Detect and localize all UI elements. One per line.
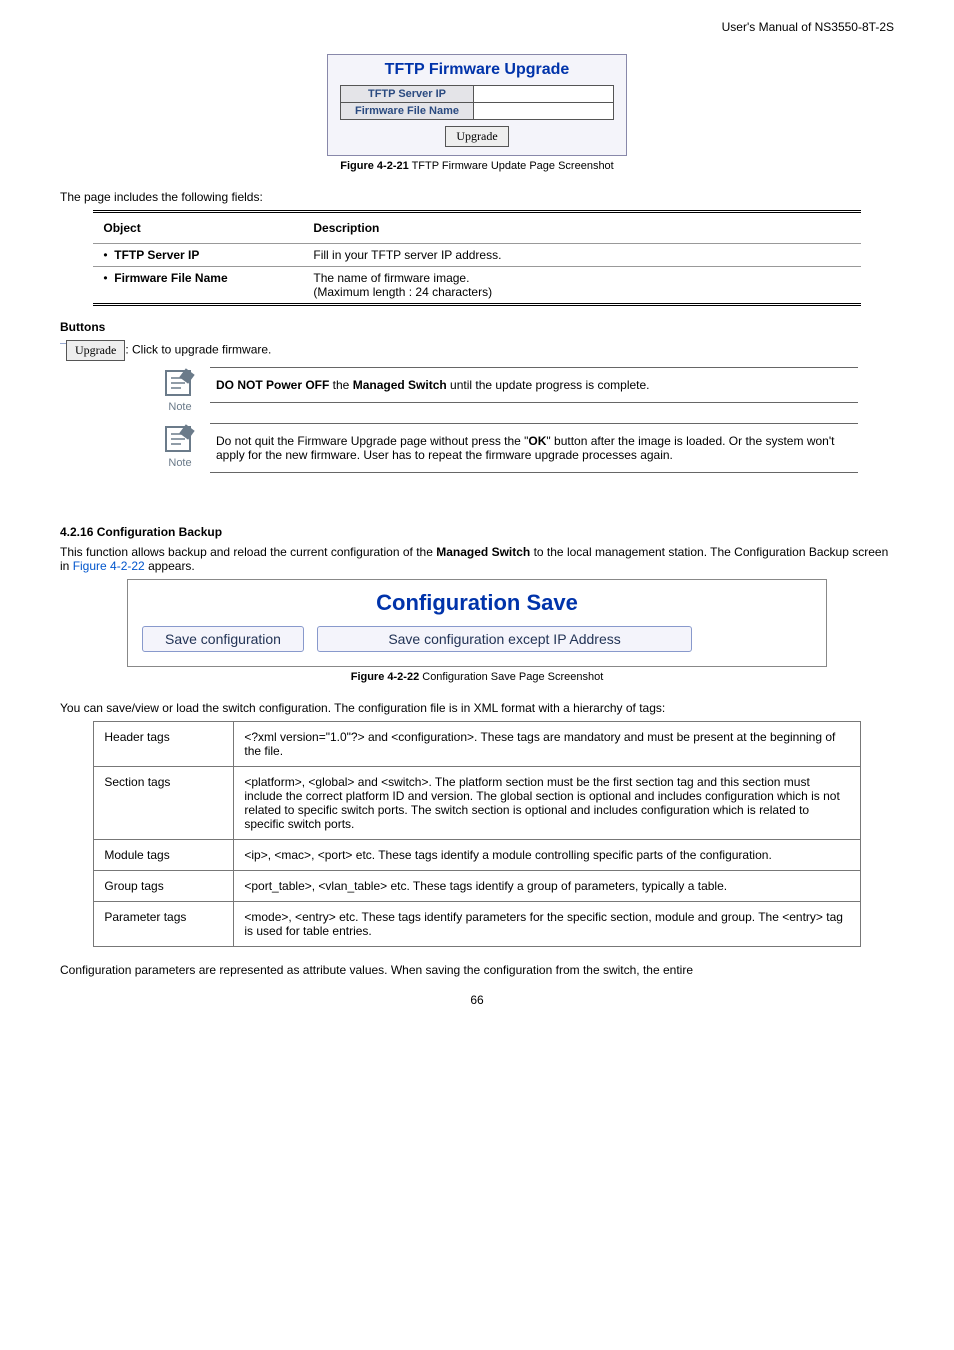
- note-1-label: Note: [168, 401, 191, 413]
- row2-object-label: Firmware File Name: [114, 271, 227, 285]
- xml-row-4-name: Parameter tags: [94, 902, 234, 947]
- intro-figure-link[interactable]: Figure 4-2-22: [73, 559, 145, 573]
- config-save-figure-label: Figure 4-2-22: [351, 671, 419, 683]
- note-2-row: Note Do not quit the Firmware Upgrade pa…: [150, 423, 858, 473]
- fields-intro-text: The page includes the following fields:: [60, 190, 894, 204]
- tftp-widget-title: TFTP Firmware Upgrade: [328, 55, 626, 85]
- table-row: Section tags <platform>, <global> and <s…: [94, 767, 860, 840]
- description-header: Description: [303, 212, 860, 244]
- config-backup-title-text: 4.2.16 Configuration Backup: [60, 525, 222, 539]
- buttons-label-text: Buttons: [60, 320, 105, 334]
- xml-row-0-desc: <?xml version="1.0"?> and <configuration…: [234, 722, 860, 767]
- tftp-server-ip-label: TFTP Server IP: [340, 86, 473, 103]
- row1-object: • TFTP Server IP: [93, 244, 303, 267]
- note-1-body: DO NOT Power OFF the Managed Switch unti…: [210, 367, 858, 403]
- xml-row-1-desc: <platform>, <global> and <switch>. The p…: [234, 767, 860, 840]
- tftp-caption-suffix: TFTP Firmware Update Page Screenshot: [412, 160, 614, 172]
- object-header: Object: [93, 212, 303, 244]
- note-1-icon-cell: Note: [150, 367, 210, 413]
- tftp-server-ip-input[interactable]: [474, 86, 614, 103]
- tftp-widget-table: TFTP Server IP Firmware File Name: [340, 85, 614, 120]
- note1-text2: until the update progress is complete.: [447, 378, 650, 392]
- upgrade-button-desc-row: Upgrade: Click to upgrade firmware.: [60, 340, 894, 361]
- xml-row-3-name: Group tags: [94, 871, 234, 902]
- config-save-caption: Figure 4-2-22 Configuration Save Page Sc…: [60, 671, 894, 683]
- config-save-caption-suffix: Configuration Save Page Screenshot: [422, 671, 603, 683]
- configuration-save-widget: Configuration Save Save configuration Sa…: [127, 579, 827, 667]
- row2-description: The name of firmware image. (Maximum len…: [303, 267, 860, 305]
- config-backup-heading: 4.2.16 Configuration Backup: [60, 525, 894, 539]
- tftp-figure-label: Figure 4-2-21: [340, 160, 408, 172]
- page-header-manual: User's Manual of NS3550-8T-2S: [60, 20, 894, 34]
- row2-desc-line2: (Maximum length : 24 characters): [313, 285, 492, 299]
- xml-row-2-desc: <ip>, <mac>, <port> etc. These tags iden…: [234, 840, 860, 871]
- trailing-paragraph: Configuration parameters are represented…: [60, 963, 894, 977]
- config-backup-intro: This function allows backup and reload t…: [60, 545, 894, 573]
- table-row: Parameter tags <mode>, <entry> etc. Thes…: [94, 902, 860, 947]
- note1-bold1: DO NOT Power OFF: [216, 378, 329, 392]
- xml-row-1-name: Section tags: [94, 767, 234, 840]
- xml-row-4-desc: <mode>, <entry> etc. These tags identify…: [234, 902, 860, 947]
- xml-row-2-name: Module tags: [94, 840, 234, 871]
- note-icon: [162, 367, 198, 399]
- object-description-table: Object Description • TFTP Server IP Fill…: [93, 210, 860, 306]
- row2-desc-line1: The name of firmware image.: [313, 271, 469, 285]
- note1-bold2: Managed Switch: [353, 378, 447, 392]
- tftp-firmware-upgrade-widget: TFTP Firmware Upgrade TFTP Server IP Fir…: [327, 54, 627, 156]
- note-1-row: Note DO NOT Power OFF the Managed Switch…: [150, 367, 858, 413]
- note-2-body: Do not quit the Firmware Upgrade page wi…: [210, 423, 858, 473]
- upgrade-desc-text: : Click to upgrade firmware.: [125, 343, 271, 357]
- page-number: 66: [60, 993, 894, 1007]
- note1-text1: the: [329, 378, 352, 392]
- table-row: Module tags <ip>, <mac>, <port> etc. The…: [94, 840, 860, 871]
- save-configuration-except-ip-button[interactable]: Save configuration except IP Address: [317, 626, 691, 652]
- note-2-label: Note: [168, 457, 191, 469]
- xml-row-0-name: Header tags: [94, 722, 234, 767]
- firmware-file-name-input[interactable]: [474, 103, 614, 120]
- row1-description: Fill in your TFTP server IP address.: [303, 244, 860, 267]
- upgrade-button[interactable]: Upgrade: [445, 126, 508, 147]
- upgrade-button-inline[interactable]: Upgrade: [66, 340, 125, 361]
- note-2-icon-cell: Note: [150, 423, 210, 469]
- table-row: Group tags <port_table>, <vlan_table> et…: [94, 871, 860, 902]
- intro-c: appears.: [145, 559, 195, 573]
- table-row: Header tags <?xml version="1.0"?> and <c…: [94, 722, 860, 767]
- intro-bold: Managed Switch: [436, 545, 530, 559]
- row2-object: • Firmware File Name: [93, 267, 303, 305]
- firmware-file-name-label: Firmware File Name: [340, 103, 473, 120]
- row1-object-label: TFTP Server IP: [114, 248, 199, 262]
- note2-text-a: Do not quit the Firmware Upgrade page wi…: [216, 434, 528, 448]
- xml-intro-text: You can save/view or load the switch con…: [60, 701, 894, 715]
- tftp-widget-caption: Figure 4-2-21 TFTP Firmware Update Page …: [60, 160, 894, 172]
- save-configuration-button[interactable]: Save configuration: [142, 626, 304, 652]
- config-save-title: Configuration Save: [142, 584, 812, 626]
- note2-bold: OK: [528, 434, 546, 448]
- buttons-heading: Buttons: [60, 320, 894, 334]
- xml-tags-table: Header tags <?xml version="1.0"?> and <c…: [93, 721, 860, 947]
- note-icon: [162, 423, 198, 455]
- xml-row-3-desc: <port_table>, <vlan_table> etc. These ta…: [234, 871, 860, 902]
- intro-a: This function allows backup and reload t…: [60, 545, 436, 559]
